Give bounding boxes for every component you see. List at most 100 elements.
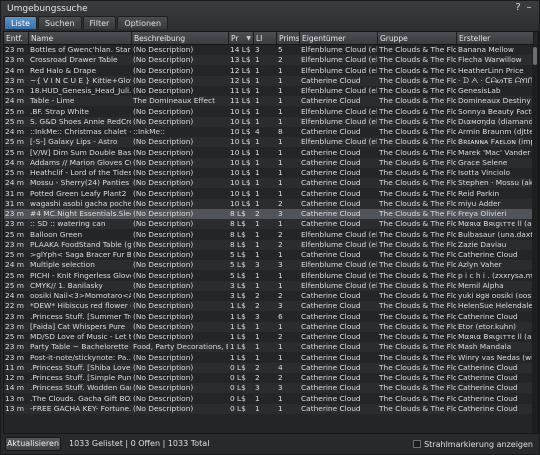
cell-owner: Elfenblume Cloud (elfe... (301, 280, 377, 290)
column-header-prims[interactable]: Prims (277, 32, 300, 45)
cell-owner: Elfenblume Cloud (elfe... (301, 86, 377, 95)
table-row[interactable]: 25 m Heathclif - Lord of the Tides ... (No… (4, 168, 534, 178)
cell-owner: Catherine Cloud (301, 75, 361, 85)
table-row[interactable]: 24 m Red Halo & Drape (No Description) 12 L… (4, 66, 534, 76)
beacon-toggle[interactable]: Strahlmarkierung anzeigen (413, 438, 533, 450)
cell-owner: Catherine Cloud (301, 127, 361, 136)
table-row[interactable]: 25 m .BF. Strap White (No Description) 10 L… (4, 107, 534, 117)
table-row[interactable]: 23 m Post-it-note/stickynote: Pa... (No De… (4, 353, 534, 363)
vertical-scrollbar[interactable] (532, 45, 538, 433)
cell-prims: 1 (278, 86, 283, 95)
table-row[interactable]: 23 m PLAAKA FoodStand Table (g... (No Desc… (4, 240, 534, 250)
cell-owner: Elfenblume Cloud (elfe... (301, 65, 377, 75)
column-header-owner[interactable]: Eigentümer (300, 32, 378, 45)
cell-owner: Catherine Cloud (301, 383, 361, 393)
minimize-icon[interactable]: – (524, 2, 534, 14)
table-row[interactable]: 25 m [V/W] Dim Sum Double Bask...(No Desc… (4, 148, 534, 158)
table-row[interactable]: 25 m PICHI - Knit Fingerless Glove... (No … (4, 271, 534, 281)
column-header-price[interactable]: Pr ▼ (229, 32, 254, 45)
column-header-description[interactable]: Beschreibung (132, 32, 229, 45)
table-row[interactable]: 31 m wagashi asobi gacha poche ... (No Des… (4, 199, 534, 209)
tab-filter[interactable]: Filter (82, 16, 117, 29)
table-row[interactable]: 23 m .Princess Stuff. [Summer Tre... (No D… (4, 312, 534, 322)
cell-owner: Catherine Cloud (301, 209, 361, 218)
cell-distance: 31 m (5, 188, 24, 198)
cell-prims: 3 (278, 209, 283, 218)
tab-liste[interactable]: Liste (4, 16, 37, 29)
cell-name: Multiple selection (30, 260, 95, 270)
table-row[interactable]: 25 m MD/SD Love of Music - Let t... (No De… (4, 332, 534, 342)
cell-prims: 2 (278, 198, 283, 208)
tab-optionen[interactable]: Optionen (117, 16, 169, 29)
cell-prims: 1 (278, 403, 283, 413)
cell-land-impact: 1 (255, 250, 260, 259)
cell-description: (No Description) (133, 311, 194, 321)
cell-distance: 24 m (5, 127, 24, 136)
cell-creator: Reid Parkin (458, 188, 500, 198)
cell-price: 5 L$ (230, 270, 246, 280)
cell-price: 0 L$ (230, 362, 246, 372)
cell-description: (No Description) (133, 393, 194, 403)
beacon-checkbox[interactable] (413, 440, 422, 448)
cell-group: The Clouds & The Flo... (379, 147, 456, 157)
cell-description: (No Description) (133, 270, 194, 280)
table-row[interactable]: 24 m Multiple selection (No Description) 5 … (4, 260, 534, 270)
table-row[interactable]: 23 m ~{ V I N C U E } Kittie+Gloves(No De… (4, 76, 534, 86)
table-row[interactable]: 23 m Bottles of Gwenc'hlan. Stars (No Desc… (4, 45, 534, 55)
column-header-name[interactable]: Name (29, 32, 132, 45)
table-row[interactable]: 23 m:: SD :: watering can (No Description… (4, 219, 534, 229)
column-header-label: Name (31, 34, 54, 43)
cell-distance: 23 m (5, 219, 24, 229)
table-row[interactable]: 25 m Balloon Green (No Description) 8 L$ 1 2 E… (4, 230, 534, 240)
cell-creator: p i c h i . (zxxrysa.m... (458, 270, 533, 280)
help-icon[interactable]: ? (513, 2, 523, 14)
cell-creator: Catherine Cloud (458, 393, 518, 403)
cell-land-impact: 1 (255, 393, 260, 403)
table-row[interactable]: 24 m oosiki Nail<3>Momotaro<Aft...(No Des… (4, 291, 534, 301)
table-row[interactable]: 25 m S. G&D Shoes Annie RedCrea...(No Des… (4, 117, 534, 127)
cell-land-impact: 1 (255, 280, 260, 290)
cell-creator: Catherine Cloud (458, 311, 518, 321)
table-row[interactable]: 14 m .Princess Stuff. Wodden Gar... (No De… (4, 383, 534, 393)
cell-distance: 23 m (5, 352, 24, 362)
table-row[interactable]: 31 m Potted Green Leafy Plant2 (No Descrip… (4, 189, 534, 199)
table-row[interactable]: 25 m 18.HUD_Genesis_Head_Juli... (No Descr… (4, 86, 534, 96)
cell-price: 1 L$ (230, 311, 246, 321)
cell-price: 0 L$ (230, 383, 246, 393)
column-header-group[interactable]: Gruppe (378, 32, 457, 45)
cell-description: (No Description) (133, 321, 194, 331)
table-row[interactable]: 12 m .Princess Stuff. [Simple Pum... (No D… (4, 373, 534, 383)
table-row[interactable]: 25 m [-S-] Galaxy Lips - Astro (No Descrip… (4, 137, 534, 147)
table-row[interactable]: 25 m CMYK// 1. Banilasky (No Description) 3… (4, 281, 534, 291)
cell-owner: Elfenblume Cloud (elfe... (301, 55, 377, 65)
table-row[interactable]: 13 m -FREE GACHA KEY- Fortune... (No Descr… (4, 404, 534, 414)
titlebar[interactable]: Umgebungssuche ? – (1, 1, 539, 16)
cell-creator: miyu Adder (458, 198, 501, 208)
footer: Aktualisieren 1033 Gelistet | 0 Offen | … (1, 435, 539, 455)
cell-owner: Elfenblume Cloud (elfe... (301, 270, 377, 280)
cell-name: Balloon Green (30, 229, 83, 239)
refresh-button[interactable]: Aktualisieren (5, 437, 61, 451)
cell-distance: 13 m (5, 403, 24, 413)
table-row[interactable]: 25 m >glYph< Saga Bracer Fur Bo...(No Des… (4, 250, 534, 260)
table-row[interactable]: 24 m Addams // Marion Gloves Cu... (No Des… (4, 158, 534, 168)
table-row[interactable]: 23 m Party Table ~ Bachelorette P... Food,… (4, 342, 534, 352)
column-header-creator[interactable]: Ersteller (457, 32, 534, 45)
table-row[interactable]: 24 m Mossu - Sherry(24) Panties -... (No D… (4, 178, 534, 188)
cell-price: 1 L$ (230, 321, 246, 331)
table-row[interactable]: 23 m [Faida] Cat Whispers Pure (No Descrip… (4, 322, 534, 332)
column-header-distance[interactable]: Entf. (4, 32, 29, 45)
table-row[interactable]: 22 m *DEW* Hibiscus red flower (... (No De… (4, 301, 534, 311)
cell-creator: GenesisLab (458, 86, 501, 95)
tab-suchen[interactable]: Suchen (37, 16, 82, 29)
table-row[interactable]: 24 m Table - Lime The Domineaux Effect 11 L… (4, 96, 534, 106)
table-row[interactable]: 23 m Crossroad Drawer Table (No Descriptio… (4, 55, 534, 65)
table-row[interactable]: 11 m .Princess Stuff. [Shiba Loves... (No … (4, 363, 534, 373)
cell-group: The Clouds & The Flo... (379, 157, 456, 167)
table-row[interactable]: 13 m .The Clouds. Gacha Gift BOX ...(No D… (4, 394, 534, 404)
table-row[interactable]: 24 m::InkMe:: Christmas chalet +2...::In… (4, 127, 534, 137)
cell-distance: 23 m (5, 45, 24, 54)
scrollbar-thumb[interactable] (533, 47, 537, 65)
column-header-land-impact[interactable]: LI (254, 32, 277, 45)
table-row[interactable]: 23 m #4 MC.Night Essentials.Slee... (No De… (4, 209, 534, 219)
